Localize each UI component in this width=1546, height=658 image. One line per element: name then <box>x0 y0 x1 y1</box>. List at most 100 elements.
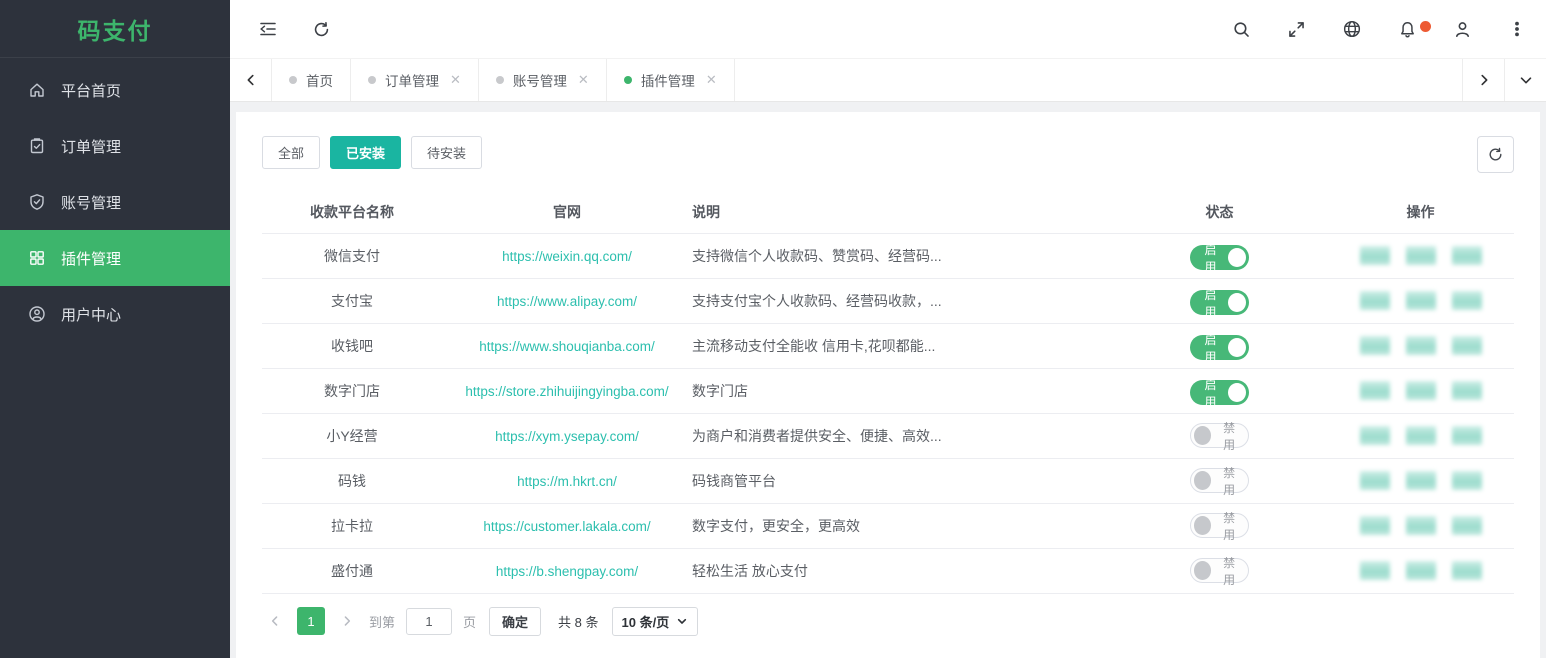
status-toggle[interactable]: 启用 <box>1190 245 1249 270</box>
refresh-page-icon[interactable] <box>312 20 331 39</box>
filter-to-install-button[interactable]: 待安装 <box>411 136 482 169</box>
search-icon[interactable] <box>1232 20 1251 39</box>
redacted-action-button[interactable] <box>1406 426 1436 445</box>
redacted-action-button[interactable] <box>1360 381 1390 400</box>
goto-page-input[interactable] <box>406 608 452 635</box>
redacted-action-button[interactable] <box>1406 471 1436 490</box>
status-label: 禁用 <box>1218 464 1240 498</box>
toggle-knob <box>1228 338 1246 357</box>
redacted-action-button[interactable] <box>1360 336 1390 355</box>
redacted-action-button[interactable] <box>1452 381 1482 400</box>
page-size-value: 10 条/页 <box>622 612 670 631</box>
prev-page-icon[interactable] <box>262 614 288 628</box>
redacted-action-button[interactable] <box>1452 471 1482 490</box>
tab-label: 账号管理 <box>513 70 567 90</box>
status-toggle[interactable]: 启用 <box>1190 290 1249 315</box>
notifications-bell-icon[interactable] <box>1398 20 1417 39</box>
fold-sidebar-icon[interactable] <box>258 19 278 39</box>
close-tab-icon[interactable]: ✕ <box>706 72 717 88</box>
redacted-action-button[interactable] <box>1452 336 1482 355</box>
row-actions <box>1327 246 1514 265</box>
redacted-action-button[interactable] <box>1360 516 1390 535</box>
status-toggle[interactable]: 禁用 <box>1190 468 1249 493</box>
sidebar-item-accounts[interactable]: 账号管理 <box>0 174 230 230</box>
redacted-action-button[interactable] <box>1452 291 1482 310</box>
description: 数字门店 <box>692 368 997 413</box>
sidebar-item-user-center[interactable]: 用户中心 <box>0 286 230 342</box>
tab-label: 插件管理 <box>641 70 695 90</box>
platform-name: 收钱吧 <box>262 323 442 368</box>
row-actions <box>1327 516 1514 535</box>
globe-icon[interactable] <box>1342 19 1362 39</box>
official-site-link[interactable]: https://store.zhihuijingyingba.com/ <box>465 384 668 399</box>
tabs-scroll-right-icon[interactable] <box>1462 59 1504 101</box>
description: 码钱商管平台 <box>692 458 997 503</box>
redacted-action-button[interactable] <box>1360 471 1390 490</box>
toggle-knob <box>1194 561 1211 580</box>
tabbar-spacer <box>735 59 1462 101</box>
description: 支持支付宝个人收款码、经营码收款，... <box>692 278 997 323</box>
redacted-action-button[interactable] <box>1406 561 1436 580</box>
redacted-action-button[interactable] <box>1360 561 1390 580</box>
header-redacted <box>997 191 1112 233</box>
official-site-link[interactable]: https://m.hkrt.cn/ <box>517 474 617 489</box>
official-site-link[interactable]: https://b.shengpay.com/ <box>496 564 638 579</box>
tabs-options-chevron-down-icon[interactable] <box>1504 59 1546 101</box>
redacted-action-button[interactable] <box>1452 246 1482 265</box>
status-label: 启用 <box>1199 331 1222 365</box>
tab-status-dot <box>368 76 376 84</box>
status-label: 启用 <box>1199 376 1222 410</box>
redacted-action-button[interactable] <box>1406 516 1436 535</box>
page-number-button[interactable]: 1 <box>297 607 325 635</box>
sidebar-item-plugins[interactable]: 插件管理 <box>0 230 230 286</box>
official-site-link[interactable]: https://weixin.qq.com/ <box>502 249 632 264</box>
user-profile-icon[interactable] <box>1453 20 1472 39</box>
status-toggle[interactable]: 启用 <box>1190 380 1249 405</box>
topbar <box>230 0 1546 58</box>
page-size-select[interactable]: 10 条/页 <box>612 607 699 636</box>
kebab-menu-icon[interactable] <box>1508 20 1526 38</box>
redacted-action-button[interactable] <box>1406 381 1436 400</box>
status-toggle[interactable]: 禁用 <box>1190 423 1249 448</box>
redacted-action-button[interactable] <box>1360 291 1390 310</box>
filter-installed-button[interactable]: 已安装 <box>330 136 401 169</box>
content-wrap: 全部 已安装 待安装 收款平台名称 官网 说明 状态 操作 <box>230 102 1546 658</box>
refresh-table-button[interactable] <box>1477 136 1514 173</box>
redacted-action-button[interactable] <box>1452 426 1482 445</box>
redacted-action-button[interactable] <box>1406 291 1436 310</box>
redacted-action-button[interactable] <box>1452 561 1482 580</box>
pagination: 1 到第 页 确定 共 8 条 10 条/页 <box>262 607 1514 636</box>
tab-accounts[interactable]: 账号管理 ✕ <box>479 59 607 101</box>
filter-all-button[interactable]: 全部 <box>262 136 320 169</box>
official-site-link[interactable]: https://customer.lakala.com/ <box>483 519 650 534</box>
official-site-link[interactable]: https://www.alipay.com/ <box>497 294 637 309</box>
status-toggle[interactable]: 禁用 <box>1190 513 1249 538</box>
redacted-action-button[interactable] <box>1406 246 1436 265</box>
goto-confirm-button[interactable]: 确定 <box>489 607 541 636</box>
redacted-action-button[interactable] <box>1452 516 1482 535</box>
redacted-action-button[interactable] <box>1360 426 1390 445</box>
table-row: 盛付通 https://b.shengpay.com/ 轻松生活 放心支付 禁用 <box>262 548 1514 593</box>
toggle-knob <box>1228 248 1246 267</box>
next-page-icon[interactable] <box>334 614 360 628</box>
tab-orders[interactable]: 订单管理 ✕ <box>351 59 479 101</box>
status-toggle[interactable]: 禁用 <box>1190 558 1249 583</box>
status-toggle[interactable]: 启用 <box>1190 335 1249 360</box>
sidebar-item-platform-home[interactable]: 平台首页 <box>0 62 230 118</box>
grid-icon <box>28 249 46 267</box>
header-platform-name: 收款平台名称 <box>262 191 442 233</box>
redacted-action-button[interactable] <box>1360 246 1390 265</box>
row-actions <box>1327 381 1514 400</box>
close-tab-icon[interactable]: ✕ <box>450 72 461 88</box>
official-site-link[interactable]: https://xym.ysepay.com/ <box>495 429 639 444</box>
close-tab-icon[interactable]: ✕ <box>578 72 589 88</box>
fullscreen-icon[interactable] <box>1287 20 1306 39</box>
tab-home[interactable]: 首页 <box>272 59 351 101</box>
row-actions <box>1327 336 1514 355</box>
tabs-scroll-left-icon[interactable] <box>230 59 272 101</box>
row-actions <box>1327 426 1514 445</box>
tab-plugins[interactable]: 插件管理 ✕ <box>607 59 735 101</box>
official-site-link[interactable]: https://www.shouqianba.com/ <box>479 339 655 354</box>
sidebar-item-orders[interactable]: 订单管理 <box>0 118 230 174</box>
redacted-action-button[interactable] <box>1406 336 1436 355</box>
